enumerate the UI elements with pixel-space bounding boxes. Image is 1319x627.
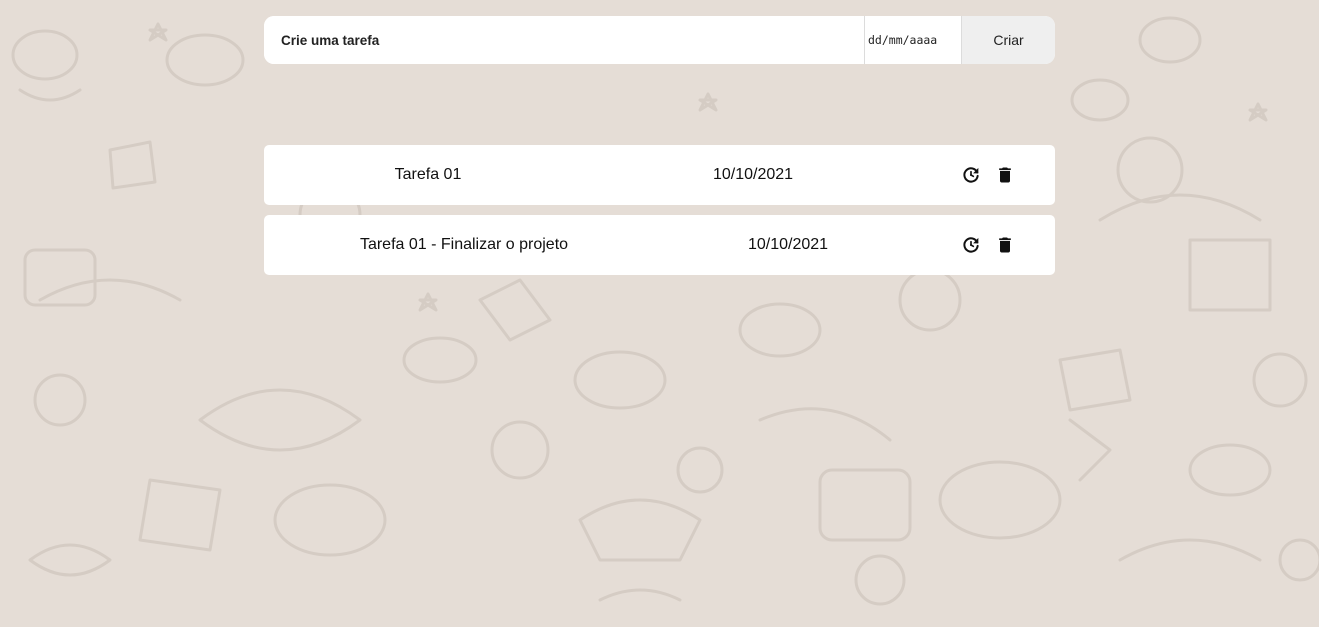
date-placeholder: dd/mm/aaaa: [868, 33, 938, 47]
trash-icon[interactable]: [994, 234, 1016, 256]
task-name: Tarefa 01: [394, 166, 462, 183]
task-item: Tarefa 01 - Finalizar o projeto 10/10/20…: [264, 215, 1055, 275]
task-date-input[interactable]: dd/mm/aaaa: [864, 16, 961, 64]
refresh-icon[interactable]: [960, 234, 982, 256]
task-name-input[interactable]: [264, 16, 864, 64]
task-date: 10/10/2021: [747, 236, 829, 253]
task-actions: [960, 164, 1016, 186]
task-list: Tarefa 01 10/10/2021 Tarefa 01 - Finaliz…: [264, 145, 1055, 275]
create-button[interactable]: Criar: [961, 16, 1055, 64]
trash-icon[interactable]: [994, 164, 1016, 186]
task-name: Tarefa 01 - Finalizar o projeto: [359, 236, 569, 253]
todo-app: dd/mm/aaaa Criar Tarefa 01 10/10/2021: [264, 16, 1055, 285]
task-actions: [960, 234, 1016, 256]
create-task-form: dd/mm/aaaa Criar: [264, 16, 1055, 64]
task-date: 10/10/2021: [712, 166, 794, 183]
task-item: Tarefa 01 10/10/2021: [264, 145, 1055, 205]
refresh-icon[interactable]: [960, 164, 982, 186]
